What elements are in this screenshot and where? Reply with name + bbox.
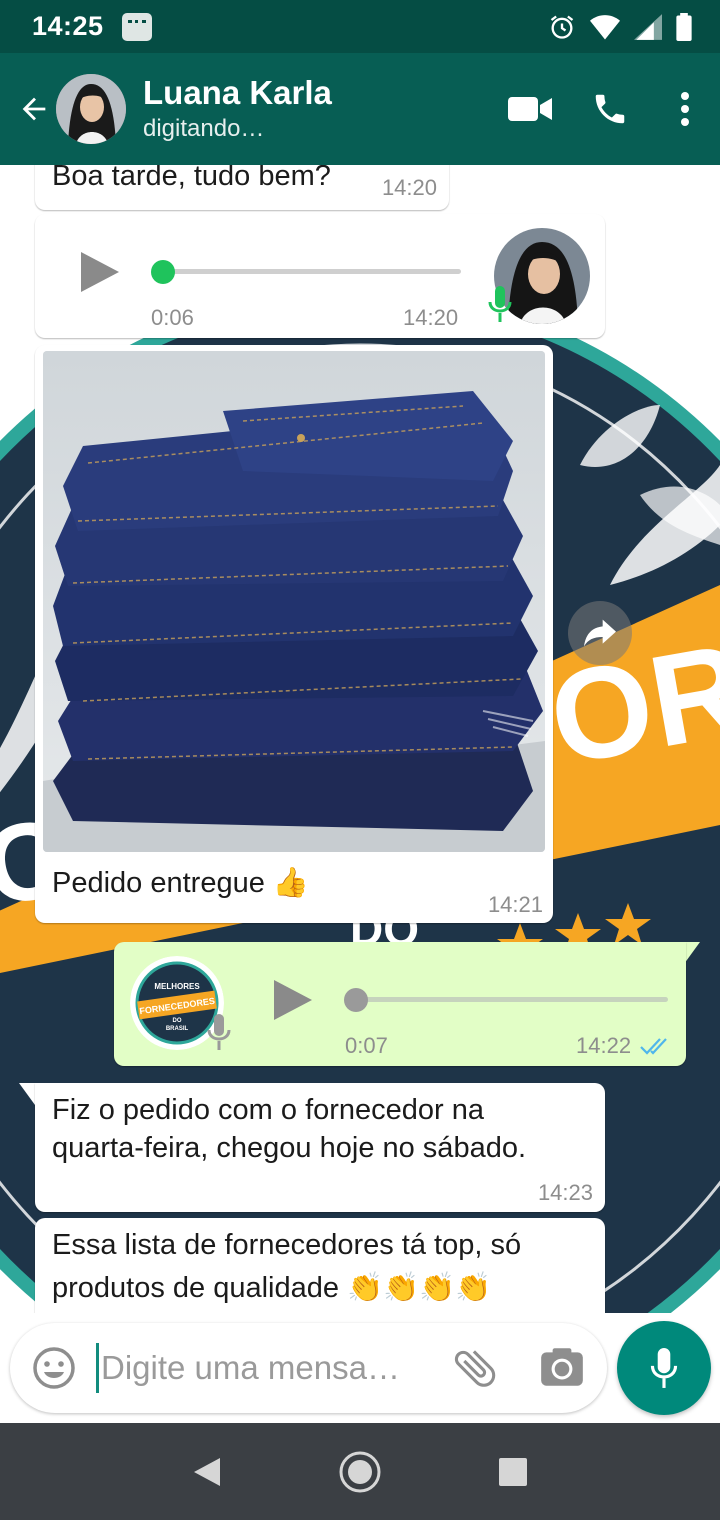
conversation[interactable]: ORE O DO Boa tarde, tudo bem? 14:20 0:06… (0, 165, 720, 1313)
voice-duration: 0:06 (151, 305, 194, 330)
status-bar: 14:25 (0, 0, 720, 53)
more-options-button[interactable] (650, 74, 720, 144)
contact-info[interactable]: Luana Karla digitando… (143, 73, 332, 145)
signal-icon (634, 13, 662, 40)
camera-icon[interactable] (537, 1343, 587, 1393)
read-receipt-icon (640, 1038, 667, 1055)
jeans-photo (43, 351, 545, 852)
image-caption: Pedido entregue 👍 (52, 867, 310, 899)
message-text: Boa tarde, tudo bem? (52, 165, 331, 192)
system-nav-bar (0, 1423, 720, 1520)
voice-call-button[interactable] (570, 74, 650, 144)
chat-header: Luana Karla digitando… (0, 53, 720, 165)
voice-progress-knob[interactable] (151, 260, 175, 284)
avatar-text-line4: BRASIL (166, 1026, 189, 1032)
nav-back-button[interactable] (177, 1442, 237, 1502)
message-composer (10, 1323, 607, 1413)
play-icon[interactable] (268, 976, 316, 1024)
phone-icon (595, 94, 625, 124)
contact-status: digitando… (143, 115, 265, 142)
message-input[interactable] (96, 1343, 416, 1393)
bubble-tail (19, 1083, 35, 1105)
bubble-tail (684, 942, 700, 964)
contact-avatar[interactable] (56, 74, 126, 144)
contact-name: Luana Karla (143, 74, 332, 111)
voice-progress-track[interactable] (161, 269, 461, 274)
avatar-text-line3: DO (173, 1018, 182, 1024)
voice-duration: 0:07 (345, 1033, 388, 1058)
battery-icon (676, 12, 692, 41)
mic-icon (207, 1014, 231, 1050)
voice-progress-knob[interactable] (344, 988, 368, 1012)
video-camera-icon (508, 97, 552, 121)
avatar-photo (56, 74, 126, 144)
message-photo[interactable] (43, 351, 545, 852)
circle-home-icon (339, 1451, 381, 1492)
square-recents-icon (499, 1457, 528, 1486)
play-icon[interactable] (75, 248, 123, 296)
image-message-incoming[interactable]: Pedido entregue 👍 14:21 (35, 345, 553, 923)
voice-record-button[interactable] (617, 1321, 711, 1415)
voice-progress-track[interactable] (354, 997, 668, 1002)
message-bubble-incoming[interactable]: Boa tarde, tudo bem? 14:20 (35, 165, 449, 210)
back-button[interactable] (6, 81, 62, 137)
more-vert-icon (681, 92, 689, 126)
message-time: 14:20 (381, 175, 437, 200)
mic-icon (488, 286, 512, 322)
status-icons (548, 12, 692, 41)
forward-icon (584, 619, 616, 647)
nav-home-button[interactable] (330, 1442, 390, 1502)
avatar-text-line1: MELHORES (154, 982, 200, 991)
voice-message-outgoing[interactable]: MELHORES FORNECEDORES DO BRASIL 0:07 14:… (114, 942, 686, 1066)
alarm-icon (550, 15, 574, 39)
nav-recents-button[interactable] (483, 1442, 543, 1502)
status-time: 14:25 (32, 11, 104, 41)
notification-app-icon (121, 12, 152, 41)
message-text-line2: quarta-feira, chegou hoje no sábado. (52, 1132, 527, 1164)
mic-icon (650, 1348, 678, 1388)
wifi-icon (590, 14, 620, 39)
message-time: 14:21 (487, 892, 543, 917)
message-text-line2: produtos de qualidade 👏👏👏👏 (52, 1272, 492, 1304)
message-time: 14:20 (403, 305, 459, 330)
message-bubble-incoming[interactable]: Fiz o pedido com o fornecedor na quarta-… (35, 1083, 605, 1212)
triangle-back-icon (193, 1457, 220, 1486)
message-text-line1: Essa lista de fornecedores tá top, só (52, 1229, 522, 1261)
forward-button[interactable] (568, 601, 632, 665)
message-time: 14:23 (537, 1180, 593, 1205)
message-text-line1: Fiz o pedido com o fornecedor na (52, 1094, 485, 1126)
paperclip-icon[interactable] (450, 1343, 500, 1393)
message-time: 14:22 (576, 1033, 632, 1058)
arrow-back-icon (22, 97, 46, 121)
video-call-button[interactable] (490, 74, 570, 144)
emoji-icon[interactable] (30, 1344, 78, 1392)
voice-message-incoming[interactable]: 0:06 14:20 (35, 214, 605, 338)
message-bubble-incoming[interactable]: Essa lista de fornecedores tá top, só pr… (35, 1218, 605, 1313)
input-bar (0, 1313, 720, 1423)
